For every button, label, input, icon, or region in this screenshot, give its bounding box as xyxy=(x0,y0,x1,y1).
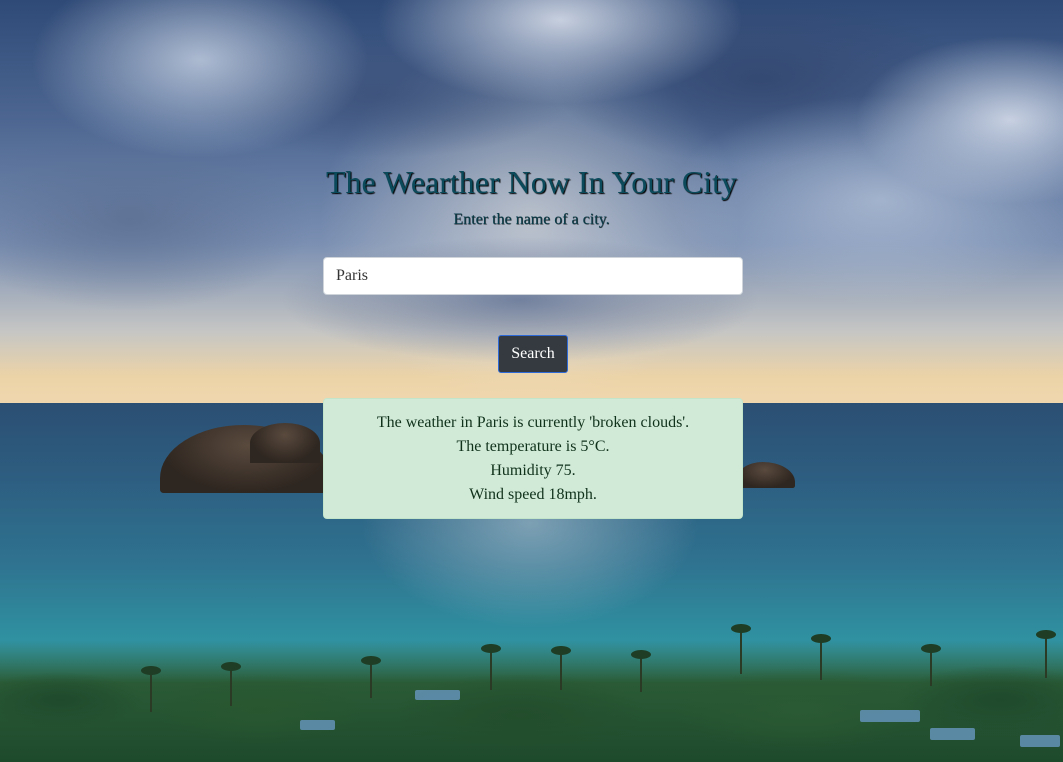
weather-humidity: Humidity 75. xyxy=(490,462,576,479)
palm-tree xyxy=(811,634,831,680)
house-roof xyxy=(860,710,920,722)
search-button[interactable]: Search xyxy=(498,335,568,373)
palm-tree xyxy=(631,650,651,692)
weather-result-panel: The weather in Paris is currently 'broke… xyxy=(323,398,743,519)
palm-tree xyxy=(731,624,751,674)
island-left-peak xyxy=(250,423,320,463)
palm-tree xyxy=(361,656,381,698)
house-roof xyxy=(1020,735,1060,747)
coastline-trees xyxy=(0,640,1063,762)
palm-tree xyxy=(551,646,571,690)
weather-description: The weather in Paris is currently 'broke… xyxy=(376,414,690,431)
palm-tree xyxy=(1036,630,1056,678)
page-title: The Wearther Now In Your City xyxy=(326,164,737,200)
weather-wind-speed: Wind speed 18mph. xyxy=(469,486,597,503)
page-subtitle: Enter the name of a city. xyxy=(453,211,610,228)
palm-tree xyxy=(141,666,161,712)
palm-tree xyxy=(481,644,501,690)
palm-tree xyxy=(221,662,241,706)
palm-tree xyxy=(921,644,941,686)
house-roof xyxy=(930,728,975,740)
city-search-input[interactable] xyxy=(323,257,743,295)
weather-temperature: The temperature is 5°C. xyxy=(456,438,610,455)
background-photo xyxy=(0,0,1063,762)
house-roof xyxy=(415,690,460,700)
house-roof xyxy=(300,720,335,730)
